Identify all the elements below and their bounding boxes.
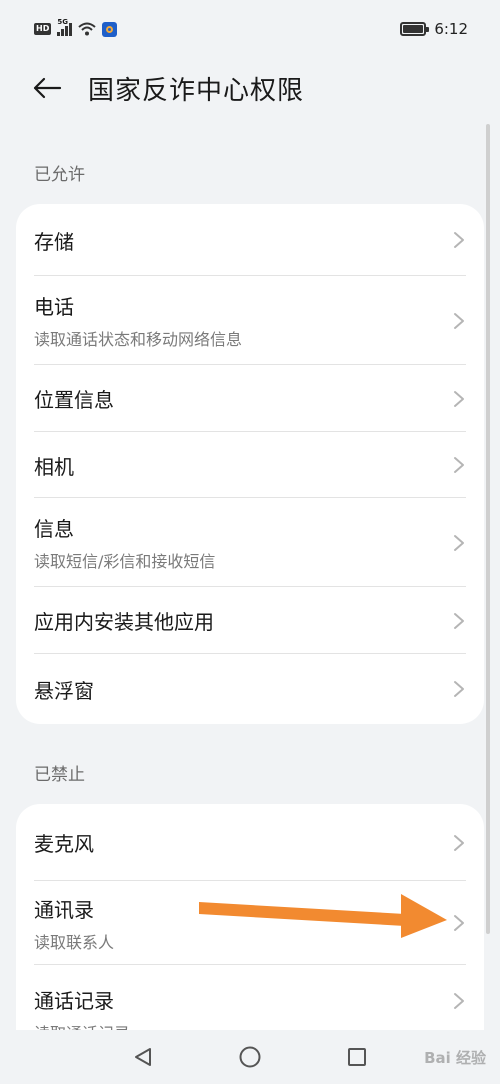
nav-home-button[interactable]	[235, 1042, 265, 1072]
wifi-icon	[78, 22, 97, 36]
circle-home-icon	[239, 1046, 261, 1068]
scrollbar[interactable]	[486, 124, 490, 934]
nav-back-button[interactable]	[128, 1042, 158, 1072]
chevron-right-icon	[454, 681, 464, 697]
battery-icon	[400, 22, 430, 36]
permission-title: 通讯录	[34, 897, 94, 922]
status-bar: HD 5G 6:12	[0, 0, 500, 58]
status-right: 6:12	[400, 20, 468, 38]
chevron-right-icon	[454, 390, 464, 407]
permission-subtitle: 读取短信/彩信和接收短信	[34, 552, 216, 571]
chevron-right-icon	[454, 612, 464, 629]
chevron-right-icon	[454, 457, 464, 473]
permission-title: 麦克风	[34, 832, 94, 856]
chevron-right-icon	[454, 834, 464, 851]
watermark: Bai 经验	[424, 1049, 486, 1067]
permission-row-phone[interactable]: 电话 读取通话状态和移动网络信息	[16, 276, 484, 365]
permission-row-camera[interactable]: 相机	[16, 432, 484, 498]
permission-row-call-log[interactable]: 通话记录 读取通话记录	[16, 965, 484, 1030]
allowed-permissions-card: 存储 电话 读取通话状态和移动网络信息 位置信息 相机 信息 读取短信/彩信和接…	[16, 204, 484, 724]
header: 国家反诈中心权限	[0, 62, 500, 114]
permission-row-floating-window[interactable]: 悬浮窗	[16, 654, 484, 724]
permission-title: 电话	[34, 295, 74, 319]
permission-title: 存储	[34, 229, 74, 254]
section-label-denied: 已禁止	[34, 765, 85, 785]
chevron-right-icon	[454, 993, 464, 1009]
hd-badge: HD	[34, 23, 52, 35]
annotation-arrow-icon	[199, 894, 447, 938]
permission-subtitle: 读取通话状态和移动网络信息	[34, 330, 243, 349]
permission-title: 信息	[34, 517, 74, 541]
arrow-left-icon	[33, 77, 62, 99]
permission-subtitle: 读取通话记录	[34, 1020, 130, 1030]
permission-title: 通话记录	[34, 989, 114, 1013]
notification-app-icon	[102, 21, 118, 37]
square-recent-icon	[348, 1048, 366, 1066]
chevron-right-icon	[454, 232, 464, 248]
nav-recent-button[interactable]	[342, 1042, 372, 1072]
status-left: HD 5G	[34, 18, 118, 37]
page-title: 国家反诈中心权限	[88, 75, 305, 106]
permission-title: 应用内安装其他应用	[34, 610, 214, 634]
network-type-label: 5G	[57, 18, 68, 26]
back-button[interactable]	[32, 70, 68, 106]
permission-row-sms[interactable]: 信息 读取短信/彩信和接收短信	[16, 498, 484, 587]
permission-row-storage[interactable]: 存储	[16, 204, 484, 276]
permission-row-install-apps[interactable]: 应用内安装其他应用	[16, 587, 484, 654]
status-time: 6:12	[434, 20, 468, 38]
chevron-right-icon	[454, 534, 464, 551]
permission-title: 相机	[34, 454, 74, 479]
section-label-allowed: 已允许	[34, 165, 85, 185]
permission-title: 位置信息	[34, 388, 114, 412]
permission-title: 悬浮窗	[34, 678, 94, 703]
permission-row-microphone[interactable]: 麦克风	[16, 804, 484, 881]
triangle-back-icon	[135, 1048, 151, 1066]
permission-row-location[interactable]: 位置信息	[16, 365, 484, 432]
cellular-signal-icon: 5G	[57, 18, 73, 36]
chevron-right-icon	[454, 312, 464, 329]
permission-subtitle: 读取联系人	[34, 932, 115, 952]
